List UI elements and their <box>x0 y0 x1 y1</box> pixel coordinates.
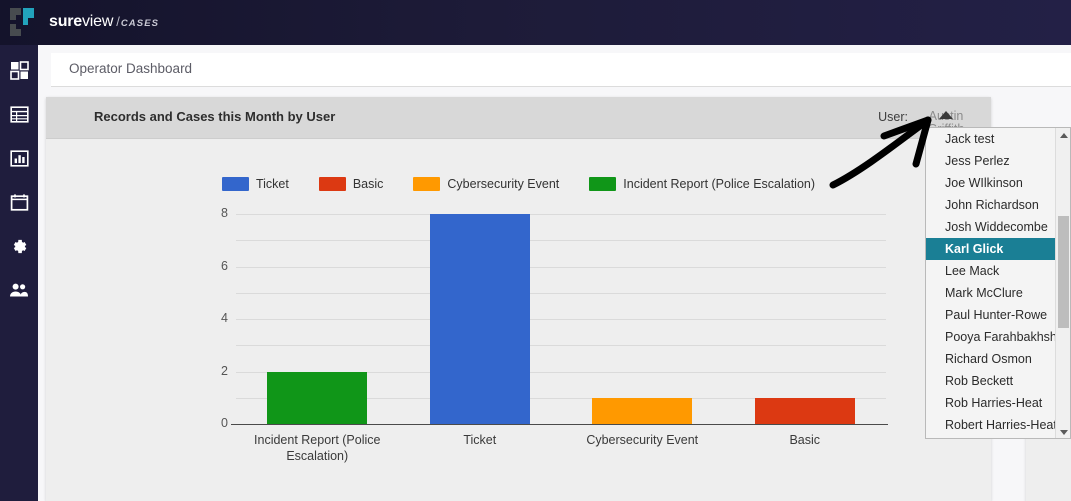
chart-bar[interactable] <box>267 371 368 424</box>
dropdown-option[interactable]: John Richardson <box>926 194 1057 216</box>
brand-name-light: view <box>82 13 114 30</box>
scroll-up-arrow-icon[interactable] <box>1056 128 1070 143</box>
legend-label: Basic <box>352 177 384 191</box>
chevron-up-icon[interactable] <box>939 111 953 119</box>
legend-item[interactable]: Cybersecurity Event <box>413 177 559 191</box>
brand-separator: / <box>116 14 120 29</box>
x-axis-tick-label: Incident Report (Police Escalation) <box>254 433 381 463</box>
y-axis-tick-label: 0 <box>221 416 228 430</box>
dashboard-card: Records and Cases this Month by User Use… <box>46 97 991 501</box>
table-list-icon <box>9 105 29 124</box>
main-content: Operator Dashboard Records and Cases thi… <box>38 45 1071 501</box>
gridline <box>236 292 886 294</box>
application-window: sure view / CASES Operator Dashboard Rec… <box>0 0 1071 501</box>
legend-item[interactable]: Ticket <box>221 177 289 191</box>
dropdown-scrollbar[interactable] <box>1055 128 1070 438</box>
chart-bar[interactable] <box>592 397 693 424</box>
y-axis-tick-label: 2 <box>221 363 228 378</box>
calendar-icon <box>10 193 29 212</box>
x-axis-tick-label: Cybersecurity Event <box>586 433 699 447</box>
y-axis-tick-label: 6 <box>221 258 228 273</box>
legend-swatch <box>221 177 249 191</box>
page-title: Records and Cases this Month by User <box>94 109 336 124</box>
people-icon <box>9 282 29 298</box>
dropdown-option[interactable]: Paul Hunter-Rowe <box>926 304 1057 326</box>
sidebar-item-records[interactable] <box>0 97 38 131</box>
top-brand-bar: sure view / CASES <box>0 0 1071 45</box>
sidebar-item-reports[interactable] <box>0 141 38 175</box>
dropdown-option[interactable]: Josh Widdecombe <box>926 216 1057 238</box>
dropdown-option[interactable]: Rob Harries-Heat <box>926 392 1057 414</box>
dropdown-option[interactable]: Pooya Farahbakhsh <box>926 326 1057 348</box>
user-filter-label: User: <box>878 110 908 124</box>
gridline <box>236 214 886 215</box>
dropdown-option[interactable]: Rob Beckett <box>926 370 1057 392</box>
card-header: Records and Cases this Month by User Use… <box>46 97 991 139</box>
dropdown-option[interactable]: Jess Perlez <box>926 150 1057 172</box>
tab-operator-dashboard[interactable]: Operator Dashboard <box>69 61 192 76</box>
legend-swatch <box>318 177 346 191</box>
gridline <box>236 266 886 268</box>
brand-name-bold: sure <box>49 13 82 30</box>
legend-label: Incident Report (Police Escalation) <box>623 177 816 191</box>
bar-chart: Ticket Basic Cybersecurity Event Incident R… <box>46 139 991 501</box>
sidebar-item-dashboard[interactable] <box>0 53 38 87</box>
legend-swatch <box>413 177 441 191</box>
bar-chart-icon <box>9 149 29 168</box>
user-dropdown-menu[interactable]: Jack test Jess Perlez Joe WIlkinson John Ri… <box>925 127 1071 439</box>
sidebar-item-calendar[interactable] <box>0 185 38 219</box>
grid-dashboard-icon <box>9 60 29 80</box>
chart-legend: Ticket Basic Cybersecurity Event Incident R… <box>46 177 991 191</box>
legend-swatch <box>589 177 617 191</box>
gridline <box>236 345 886 347</box>
sureview-logo-icon <box>8 5 42 39</box>
dropdown-option-list: Jack test Jess Perlez Joe WIlkinson John Ri… <box>926 128 1057 436</box>
dropdown-option[interactable]: Mark McClure <box>926 282 1057 304</box>
gear-icon <box>10 237 29 256</box>
sidebar-nav <box>0 45 38 501</box>
dropdown-option[interactable]: Lee Mack <box>926 260 1057 282</box>
x-axis-tick-label: Basic <box>789 433 821 447</box>
x-axis-line <box>231 424 888 425</box>
scrollbar-thumb[interactable] <box>1058 216 1069 328</box>
legend-item[interactable]: Incident Report (Police Escalation) <box>589 177 815 191</box>
dropdown-option[interactable]: Karl Glick <box>926 238 1057 260</box>
legend-item[interactable]: Basic <box>318 177 384 191</box>
dropdown-option[interactable]: Joe WIlkinson <box>926 172 1057 194</box>
dropdown-option[interactable]: Jack test <box>926 128 1057 150</box>
sidebar-item-users[interactable] <box>0 273 38 307</box>
gridline <box>236 319 886 320</box>
x-axis-tick-label: Ticket <box>463 433 497 447</box>
dropdown-option[interactable]: Robert Harries-Heat <box>926 414 1057 436</box>
brand-product: CASES <box>120 18 160 29</box>
sidebar-item-settings[interactable] <box>0 229 38 263</box>
y-axis-tick-label: 8 <box>221 206 228 220</box>
brand-logo[interactable]: sure view / CASES <box>8 5 159 39</box>
dropdown-option[interactable]: Richard Osmon <box>926 348 1057 370</box>
chart-bar[interactable] <box>754 397 855 424</box>
chart-plot-area: 0 2 4 6 8 Incident Report (Police Escalation) T… <box>221 206 888 463</box>
chart-bar[interactable] <box>429 214 530 424</box>
scroll-down-arrow-icon[interactable] <box>1056 425 1070 438</box>
legend-label: Ticket <box>255 177 289 191</box>
gridline <box>236 240 886 242</box>
y-axis-tick-label: 4 <box>221 311 228 325</box>
breadcrumb: Operator Dashboard <box>51 53 1071 87</box>
legend-label: Cybersecurity Event <box>447 177 560 191</box>
